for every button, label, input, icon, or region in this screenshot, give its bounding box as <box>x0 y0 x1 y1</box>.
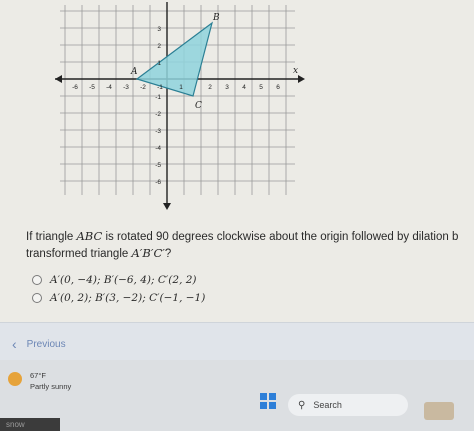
radio-button[interactable] <box>32 293 42 303</box>
x-tick-label: -5 <box>89 84 95 91</box>
question-line-1: If triangle ABC is rotated 90 degrees cl… <box>26 229 459 243</box>
y-tick-label: -4 <box>155 145 161 152</box>
vertex-a-label: A <box>130 67 138 77</box>
x-tick-label: 2 <box>208 84 212 91</box>
corner-label: snow <box>0 418 60 431</box>
taskbar-search[interactable]: ⚲ Search <box>288 394 408 416</box>
x-tick-label: 6 <box>276 84 280 91</box>
weather-widget[interactable]: 67°F Partly sunny <box>8 370 71 392</box>
y-tick-label: -1 <box>155 94 161 101</box>
x-tick-label: 1 <box>179 84 183 91</box>
navigation-bar <box>0 322 474 361</box>
search-label: Search <box>313 400 342 410</box>
previous-button[interactable]: ‹ Previous <box>12 336 66 352</box>
question-line-2: transformed triangle A′B′C′? <box>26 246 172 260</box>
x-tick-label: -4 <box>106 84 112 91</box>
option-label: A′(0, 2); B′(3, −2); C′(−1, −1) <box>50 292 206 304</box>
search-icon: ⚲ <box>298 399 306 411</box>
y-tick-label: 1 <box>157 60 161 67</box>
x-tick-label: -2 <box>140 84 146 91</box>
sun-icon <box>8 372 22 386</box>
temperature: 67°F <box>30 371 46 380</box>
x-tick-label: 5 <box>259 84 263 91</box>
chevron-left-icon: ‹ <box>12 336 17 352</box>
x-tick-label: -1 <box>157 84 163 91</box>
y-tick-label: -5 <box>155 162 161 169</box>
radio-button[interactable] <box>32 275 42 285</box>
x-axis-label: x <box>293 66 298 76</box>
x-tick-label: 3 <box>225 84 229 91</box>
x-tick-label: 4 <box>242 84 246 91</box>
option-label: A′(0, −4); B′(−6, 4); C′(2, 2) <box>50 274 197 286</box>
windows-start-icon[interactable] <box>260 393 276 409</box>
weather-condition: Partly sunny <box>30 382 72 391</box>
answer-option-2[interactable]: A′(0, 2); B′(3, −2); C′(−1, −1) <box>32 292 205 304</box>
answer-option-1[interactable]: A′(0, −4); B′(−6, 4); C′(2, 2) <box>32 274 197 286</box>
x-axis-arrow-right <box>298 75 305 83</box>
question-page: -6 -5 -4 -3 -2 -1 1 2 3 4 5 6 3 2 1 -1 -… <box>0 0 474 322</box>
y-tick-label: -3 <box>155 128 161 135</box>
tray-app-icon[interactable] <box>424 402 454 420</box>
y-tick-label: -2 <box>155 111 161 118</box>
x-axis-arrow-left <box>55 75 62 83</box>
y-tick-label: 3 <box>157 26 161 33</box>
y-axis-arrow-down <box>163 203 171 210</box>
coordinate-graph: -6 -5 -4 -3 -2 -1 1 2 3 4 5 6 3 2 1 -1 -… <box>55 2 305 210</box>
vertex-c-label: C <box>195 101 202 111</box>
grid-lines <box>60 5 295 195</box>
vertex-b-label: B <box>212 13 220 23</box>
y-tick-label: 2 <box>157 43 161 50</box>
previous-label: Previous <box>26 338 66 350</box>
question-text: If triangle ABC is rotated 90 degrees cl… <box>26 228 474 262</box>
x-tick-label: -6 <box>72 84 78 91</box>
x-tick-label: -3 <box>123 84 129 91</box>
y-tick-label: -6 <box>155 179 161 186</box>
